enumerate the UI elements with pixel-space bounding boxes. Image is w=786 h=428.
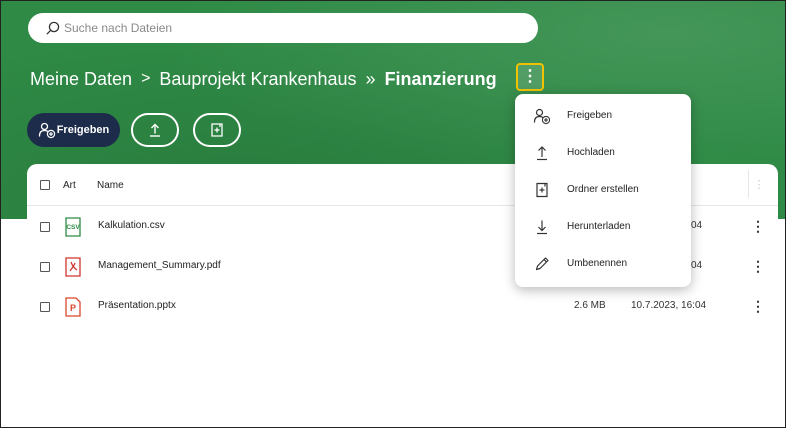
breadcrumb-middle[interactable]: Bauprojekt Krankenhaus (159, 69, 356, 90)
share-button[interactable]: Freigeben (27, 113, 120, 147)
folder-actions-button[interactable]: ⋮ (516, 63, 544, 91)
breadcrumb-separator-double: » (365, 68, 376, 89)
file-name[interactable]: Kalkulation.csv (98, 220, 165, 231)
table-row[interactable]: P Präsentation.pptx 2.6 MB 10.7.2023, 16… (27, 286, 778, 326)
row-actions-button[interactable]: ⋮ (751, 215, 765, 237)
menu-item-download[interactable]: Herunterladen (515, 209, 691, 246)
download-icon (537, 220, 547, 235)
row-checkbox[interactable] (40, 302, 50, 312)
more-vertical-icon: ⋮ (751, 297, 765, 314)
menu-item-label: Herunterladen (567, 221, 631, 232)
pptx-file-icon: P (65, 297, 81, 317)
new-folder-button[interactable] (193, 113, 241, 147)
search-bar[interactable] (28, 13, 538, 43)
menu-item-rename[interactable]: Umbenennen (515, 246, 691, 283)
new-folder-icon (211, 123, 223, 137)
more-vertical-icon: ⋮ (753, 178, 765, 191)
app-window: Meine Daten > Bauprojekt Krankenhaus » F… (0, 0, 786, 428)
new-folder-icon (536, 182, 548, 198)
search-input[interactable] (64, 21, 464, 35)
breadcrumb: Meine Daten > Bauprojekt Krankenhaus » F… (30, 67, 497, 91)
select-all-checkbox[interactable] (40, 180, 50, 190)
upload-icon (537, 146, 547, 161)
breadcrumb-separator: > (141, 70, 151, 87)
pdf-file-icon (65, 257, 81, 277)
breadcrumb-root[interactable]: Meine Daten (30, 69, 132, 90)
column-header-name[interactable]: Name (97, 180, 124, 191)
row-actions-button[interactable]: ⋮ (751, 295, 765, 317)
share-user-icon (38, 122, 55, 139)
row-checkbox[interactable] (40, 222, 50, 232)
search-icon (46, 21, 60, 35)
menu-item-label: Umbenennen (567, 258, 628, 269)
file-name[interactable]: Management_Summary.pdf (98, 260, 221, 271)
column-header-type[interactable]: Art (63, 180, 76, 191)
upload-icon (150, 123, 160, 137)
breadcrumb-current: Finanzierung (384, 68, 497, 89)
more-vertical-icon: ⋮ (751, 217, 765, 234)
file-date: 04 (691, 260, 703, 271)
share-user-icon (533, 108, 551, 125)
menu-item-label: Ordner erstellen (567, 184, 639, 195)
more-vertical-icon: ⋮ (522, 68, 538, 85)
menu-item-label: Freigeben (567, 110, 613, 121)
more-vertical-icon: ⋮ (751, 257, 765, 274)
share-button-label: Freigeben (56, 124, 110, 136)
file-date: 04 (691, 220, 703, 231)
file-size: 2.6 MB (574, 300, 606, 311)
column-options[interactable]: ⋮ (748, 170, 769, 198)
row-checkbox[interactable] (40, 262, 50, 272)
menu-item-upload[interactable]: Hochladen (515, 135, 691, 172)
menu-item-new-folder[interactable]: Ordner erstellen (515, 172, 691, 209)
svg-text:P: P (70, 303, 76, 313)
menu-item-label: Hochladen (567, 147, 615, 158)
row-actions-button[interactable]: ⋮ (751, 255, 765, 277)
file-date: 10.7.2023, 16:04 (631, 300, 707, 311)
csv-file-icon: CSV (65, 217, 81, 237)
svg-text:CSV: CSV (66, 224, 80, 231)
context-menu: Freigeben Hochladen Ordner erstellen Her… (515, 94, 691, 287)
upload-button[interactable] (131, 113, 179, 147)
file-name[interactable]: Präsentation.pptx (98, 300, 176, 311)
menu-item-share[interactable]: Freigeben (515, 98, 691, 135)
pencil-icon (535, 257, 549, 271)
